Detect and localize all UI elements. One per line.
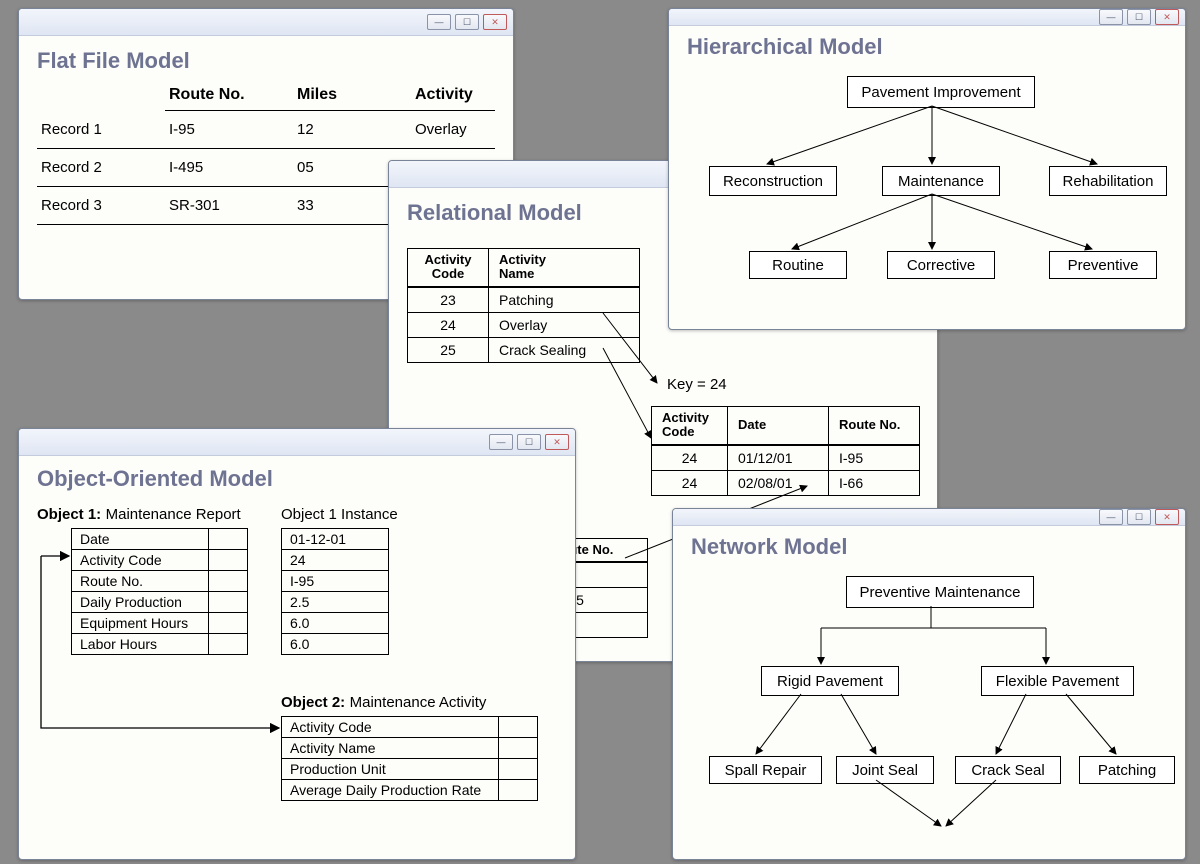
header-miles: Miles: [293, 80, 411, 111]
obj1-instance-label: Object 1 Instance: [281, 506, 398, 523]
close-button[interactable]: ✕: [483, 14, 507, 30]
node-root: Pavement Improvement: [847, 76, 1035, 108]
titlebar: — ☐ ✕: [673, 509, 1185, 526]
obj2-heading: Object 2:: [281, 694, 345, 711]
node-routine: Routine: [749, 251, 847, 279]
network-arrows: [691, 566, 1186, 856]
minimize-button[interactable]: —: [1099, 9, 1123, 25]
node-spall: Spall Repair: [709, 756, 822, 784]
model-title: Flat File Model: [37, 48, 495, 74]
header-blank: [37, 80, 165, 111]
object1-instance: 01-12-01 24 I-95 2.5 6.0 6.0: [281, 528, 389, 655]
relational-table-activity: Activity Code Activity Name 23 Patching …: [407, 248, 640, 363]
window-object-oriented: — ☐ ✕ Object-Oriented Model Object 1: Ma…: [18, 428, 576, 860]
titlebar: — ☐ ✕: [19, 9, 513, 36]
maximize-button[interactable]: ☐: [1127, 9, 1151, 25]
maximize-button[interactable]: ☐: [455, 14, 479, 30]
close-button[interactable]: ✕: [1155, 509, 1179, 525]
node-preventive: Preventive: [1049, 251, 1157, 279]
object1-fields: Date Activity Code Route No. Daily Produ…: [71, 528, 248, 655]
node-root: Preventive Maintenance: [846, 576, 1034, 608]
obj1-subtitle: Maintenance Report: [106, 506, 241, 523]
node-joint: Joint Seal: [836, 756, 934, 784]
titlebar: — ☐ ✕: [19, 429, 575, 456]
close-button[interactable]: ✕: [545, 434, 569, 450]
model-title: Hierarchical Model: [687, 34, 1167, 60]
node-rehabilitation: Rehabilitation: [1049, 166, 1167, 196]
maximize-button[interactable]: ☐: [1127, 509, 1151, 525]
key-label: Key = 24: [667, 376, 727, 393]
relational-table-records: Activity Code Date Route No. 24 01/12/01…: [651, 406, 920, 496]
window-network: — ☐ ✕ Network Model Preventive Maintenan…: [672, 508, 1186, 860]
object2-fields: Activity Code Activity Name Production U…: [281, 716, 538, 801]
maximize-button[interactable]: ☐: [517, 434, 541, 450]
node-rigid: Rigid Pavement: [761, 666, 899, 696]
table-row: Record 1 I-95 12 Overlay: [37, 111, 495, 149]
titlebar: — ☐ ✕: [669, 9, 1185, 26]
obj2-subtitle: Maintenance Activity: [350, 694, 487, 711]
node-patching: Patching: [1079, 756, 1175, 784]
minimize-button[interactable]: —: [1099, 509, 1123, 525]
node-flexible: Flexible Pavement: [981, 666, 1134, 696]
minimize-button[interactable]: —: [427, 14, 451, 30]
model-title: Network Model: [691, 534, 1167, 560]
node-crack: Crack Seal: [955, 756, 1061, 784]
close-button[interactable]: ✕: [1155, 9, 1179, 25]
header-activity: Activity: [411, 80, 495, 111]
node-corrective: Corrective: [887, 251, 995, 279]
header-route: Route No.: [165, 80, 293, 111]
minimize-button[interactable]: —: [489, 434, 513, 450]
model-title: Object-Oriented Model: [37, 466, 557, 492]
node-maintenance: Maintenance: [882, 166, 1000, 196]
node-reconstruction: Reconstruction: [709, 166, 837, 196]
window-hierarchical: — ☐ ✕ Hierarchical Model Pavement Improv…: [668, 8, 1186, 330]
obj1-heading: Object 1:: [37, 506, 101, 523]
